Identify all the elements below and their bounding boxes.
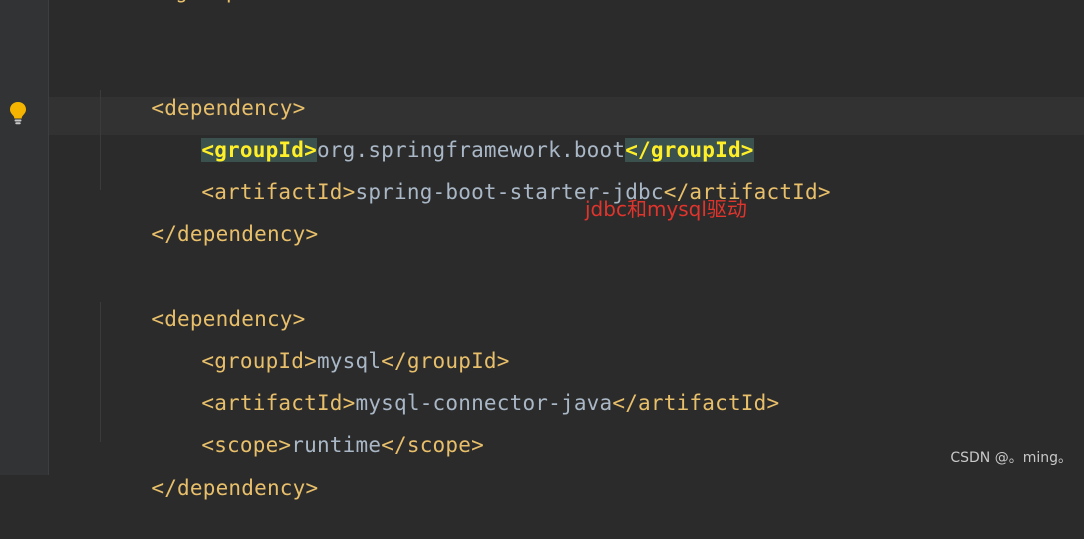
watermark: CSDN @。ming。 — [950, 450, 1072, 466]
code-line-dependency-close[interactable]: </dependency> — [100, 183, 318, 246]
code-line-dependency-open[interactable]: <dependency> — [100, 268, 306, 331]
editor-gutter[interactable] — [0, 0, 48, 475]
code-line-scope[interactable]: <scope>runtime</scope> — [150, 394, 484, 457]
code-line-artifact-id[interactable]: <artifactId>mysql-connector-java</artifa… — [150, 352, 779, 415]
xml-tag: </dependency> — [151, 476, 319, 500]
code-line-dependency-close[interactable]: </dependency> — [100, 437, 318, 500]
annotation-text: jdbc和mysql驱动 — [585, 197, 747, 221]
xml-tag: </dependency> — [151, 222, 319, 246]
code-line-dependency-open[interactable]: <dependency> — [100, 57, 306, 120]
code-editor[interactable]: </groupId> <dependency> <groupId>org.spr… — [0, 0, 1084, 500]
code-fragment-top: </groupId> — [150, 0, 276, 8]
code-line-group-id[interactable]: <groupId>mysql</groupId> — [150, 310, 510, 373]
xml-tag: </scope> — [381, 433, 484, 457]
code-line-group-id[interactable]: <groupId>org.springframework.boot</group… — [150, 99, 754, 162]
code-line-artifact-id[interactable]: <artifactId>spring-boot-starter-jdbc</ar… — [150, 141, 831, 204]
xml-tag: </artifactId> — [612, 391, 780, 415]
gutter-divider — [48, 0, 49, 475]
lightbulb-icon[interactable] — [9, 101, 27, 125]
